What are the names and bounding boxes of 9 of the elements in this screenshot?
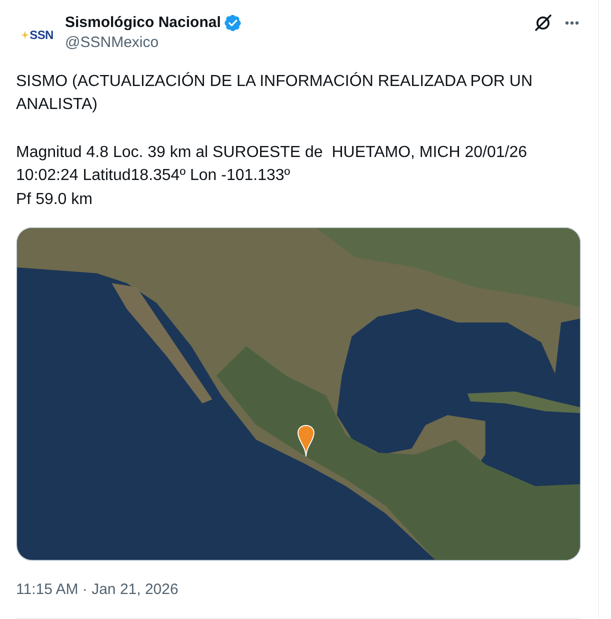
sparkle-icon (20, 31, 29, 39)
logo-text: SSN (30, 28, 54, 42)
tweet-timestamp[interactable]: 11:15 AM · Jan 21, 2026 (16, 580, 178, 600)
tweet-paragraph: Magnitud 4.8 Loc. 39 km al SUROESTE de HUETAMO, MICH 20/01/26 10:02:24 Latitud18.354º Lon -101.133º Pf 59.0 km (16, 142, 528, 210)
tweet-paragraph: SISMO (ACTUALIZACIÓN DE LA INFORMACIÓN REALIZADA POR UN ANALISTA) (16, 71, 534, 116)
more-icon[interactable] (565, 21, 579, 25)
author-name[interactable]: Sismológico Nacional (65, 13, 221, 33)
slashed-circle-icon[interactable] (534, 14, 552, 32)
author-handle[interactable]: @SSNMexico (65, 33, 242, 53)
